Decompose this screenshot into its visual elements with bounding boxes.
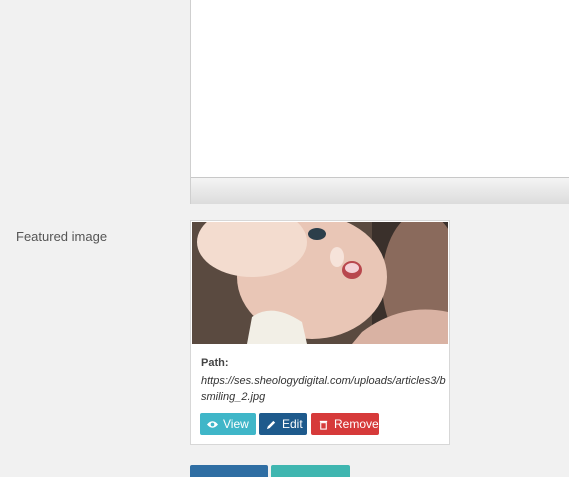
edit-button[interactable]: Edit (259, 413, 307, 435)
pencil-icon (266, 419, 277, 430)
save-button[interactable] (190, 465, 268, 477)
remove-button-label: Remove (334, 417, 379, 431)
featured-image-card: Path: https://ses.sheologydigital.com/up… (190, 220, 450, 445)
trash-icon (318, 419, 329, 430)
rich-text-editor-area[interactable] (190, 0, 569, 204)
path-label: Path: (201, 357, 229, 369)
featured-image-preview (192, 222, 448, 344)
editor-statusbar (191, 177, 569, 204)
image-path-value: https://ses.sheologydigital.com/uploads/… (201, 375, 446, 403)
eye-icon (207, 419, 218, 430)
secondary-action-button[interactable] (271, 465, 350, 477)
edit-button-label: Edit (282, 417, 303, 431)
view-button-label: View (223, 417, 249, 431)
remove-button[interactable]: Remove (311, 413, 379, 435)
featured-image-label: Featured image (16, 229, 108, 244)
view-button[interactable]: View (200, 413, 256, 435)
